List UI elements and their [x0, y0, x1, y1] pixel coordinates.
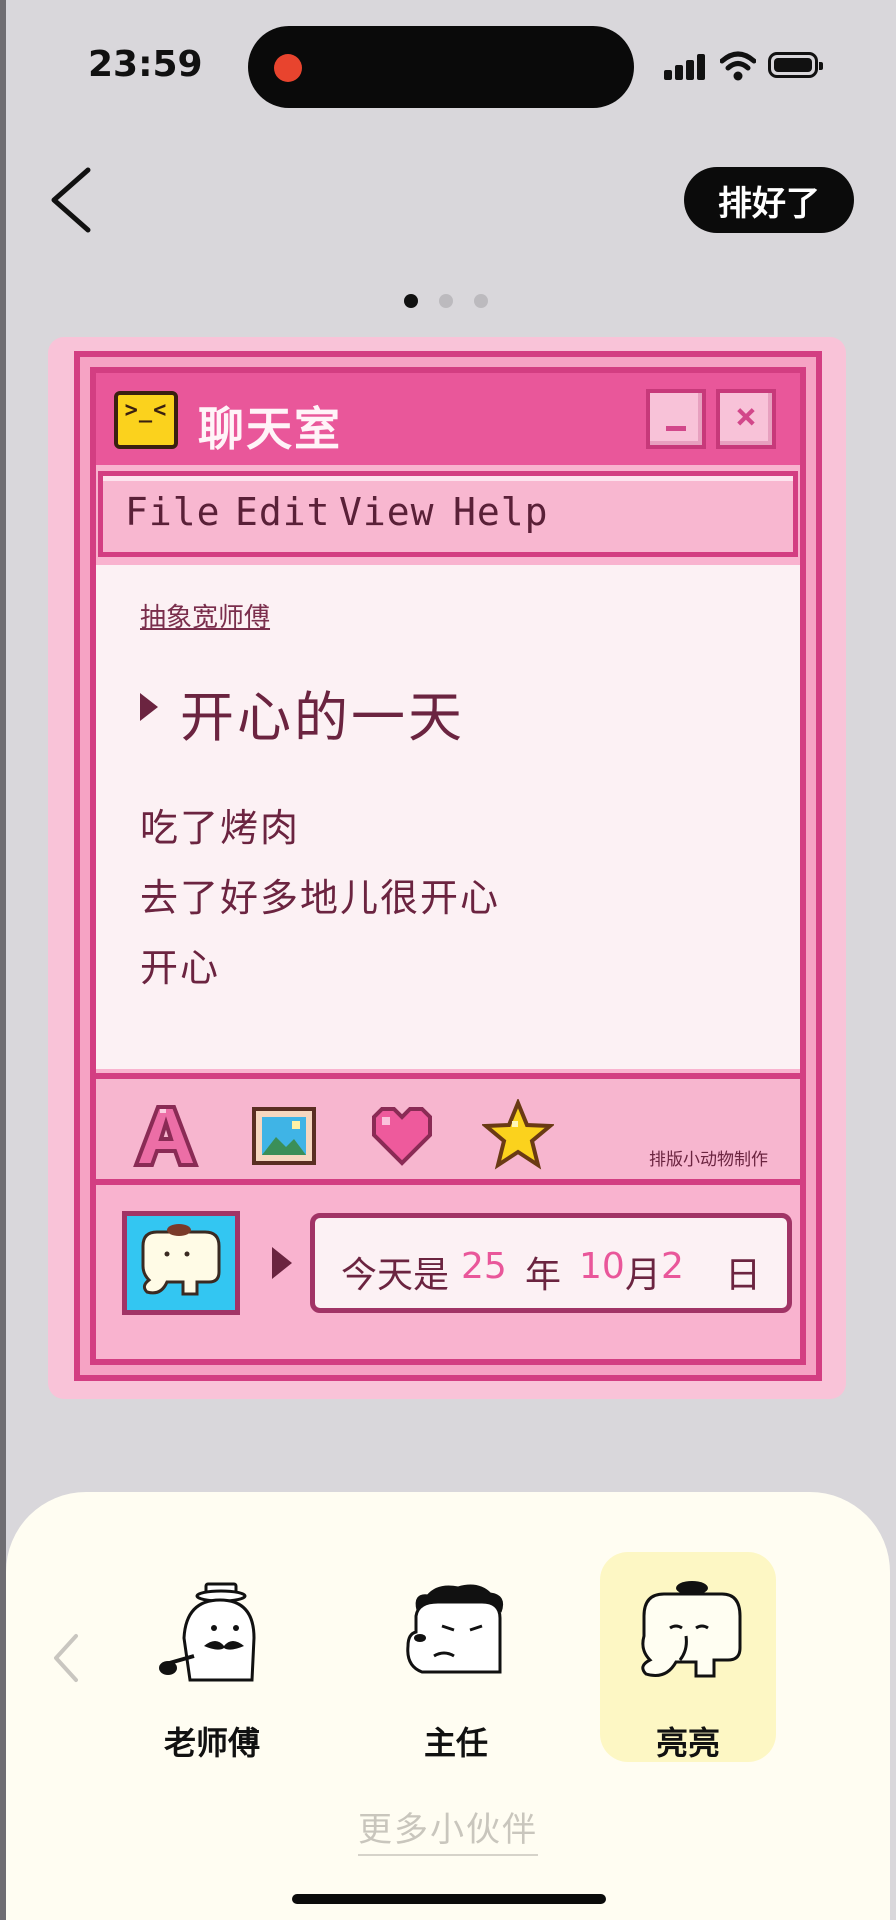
window-title: 聊天室 [198, 402, 342, 456]
smiley-icon: >_< [114, 391, 178, 449]
character-name: 老师傅 [163, 1724, 260, 1762]
liangliang-icon [641, 1581, 742, 1678]
character-liangliang[interactable]: 亮亮 [600, 1552, 776, 1762]
window-toolbar: 排版小动物制作 [96, 1073, 800, 1185]
avatar[interactable] [122, 1211, 240, 1315]
entry-body[interactable]: 吃了烤肉 去了好多地儿很开心 开心 [140, 793, 500, 1003]
chevron-left-icon [54, 1634, 78, 1682]
character-name: 亮亮 [655, 1724, 720, 1762]
status-time: 23:59 [88, 44, 203, 85]
credit-text: 排版小动物制作 [649, 1150, 768, 1170]
recording-indicator-icon [274, 54, 302, 82]
date-day: 2 [661, 1246, 684, 1287]
entry-title[interactable]: 开心的一天 [180, 673, 465, 752]
menu-help[interactable]: Help [453, 490, 549, 534]
character-name: 主任 [423, 1724, 488, 1762]
pixel-window-inner: >_< 聊天室 × File Edit View Help 抽象宽师傅 开心的一… [90, 367, 806, 1365]
date-year-unit: 年 [525, 1255, 562, 1296]
previous-button[interactable] [46, 1628, 86, 1688]
window-footer: 今天是 25 年 10 月 2 日 [96, 1189, 800, 1345]
template-card: >_< 聊天室 × File Edit View Help 抽象宽师傅 开心的一… [48, 337, 846, 1399]
picture-icon[interactable] [248, 1099, 320, 1171]
page-dot [404, 294, 418, 308]
star-icon[interactable] [480, 1097, 556, 1171]
minimize-button[interactable] [646, 389, 706, 449]
back-button[interactable] [44, 164, 104, 234]
pixel-window: >_< 聊天室 × File Edit View Help 抽象宽师傅 开心的一… [74, 351, 822, 1381]
page-dot [474, 294, 488, 308]
date-year: 25 [461, 1246, 507, 1287]
cellular-signal-icon [664, 54, 708, 80]
letter-a-icon[interactable] [130, 1099, 202, 1171]
triangle-right-icon [140, 693, 158, 721]
heart-icon[interactable] [366, 1099, 438, 1171]
entry-line: 开心 [140, 946, 221, 990]
page-dot [439, 294, 453, 308]
dynamic-island [248, 26, 634, 108]
date-month-unit: 月 [625, 1255, 662, 1296]
menu-file[interactable]: File [125, 490, 221, 534]
close-icon: × [735, 396, 757, 437]
menu-bar: File Edit View Help [98, 471, 798, 557]
more-characters-link[interactable]: 更多小伙伴 [6, 1802, 890, 1856]
elephant-icon [141, 1224, 221, 1296]
chevron-left-icon [51, 167, 91, 233]
more-characters-label: 更多小伙伴 [358, 1810, 538, 1856]
date-day-unit: 日 [725, 1255, 762, 1296]
home-indicator[interactable] [292, 1894, 606, 1904]
menu-edit[interactable]: Edit [235, 490, 331, 534]
minimize-icon [666, 426, 686, 431]
triangle-right-icon [272, 1247, 292, 1279]
date-prefix: 今天是 [341, 1255, 450, 1296]
battery-icon [768, 52, 823, 78]
laoshifu-icon [159, 1582, 256, 1682]
entry-line: 去了好多地儿很开心 [140, 876, 501, 920]
character-laoshifu[interactable]: 老师傅 [124, 1552, 300, 1762]
page-indicator [404, 294, 488, 308]
date-field[interactable]: 今天是 25 年 10 月 2 日 [310, 1213, 792, 1313]
character-zhuren[interactable]: 主任 [368, 1552, 544, 1762]
close-button[interactable]: × [716, 389, 776, 449]
entry-author[interactable]: 抽象宽师傅 [140, 597, 270, 634]
date-month: 10 [579, 1246, 625, 1287]
zhuren-icon [406, 1584, 504, 1674]
window-titlebar: >_< 聊天室 × [96, 373, 800, 465]
smiley-face: >_< [124, 398, 168, 423]
entry-line: 吃了烤肉 [140, 806, 301, 850]
done-button[interactable]: 排好了 [684, 167, 854, 233]
menu-view[interactable]: View [339, 490, 435, 534]
entry-content[interactable]: 抽象宽师傅 开心的一天 吃了烤肉 去了好多地儿很开心 开心 [96, 565, 800, 1069]
character-picker-sheet: 老师傅 主任 亮亮 更多小伙伴 [6, 1492, 890, 1920]
wifi-icon [720, 51, 756, 81]
